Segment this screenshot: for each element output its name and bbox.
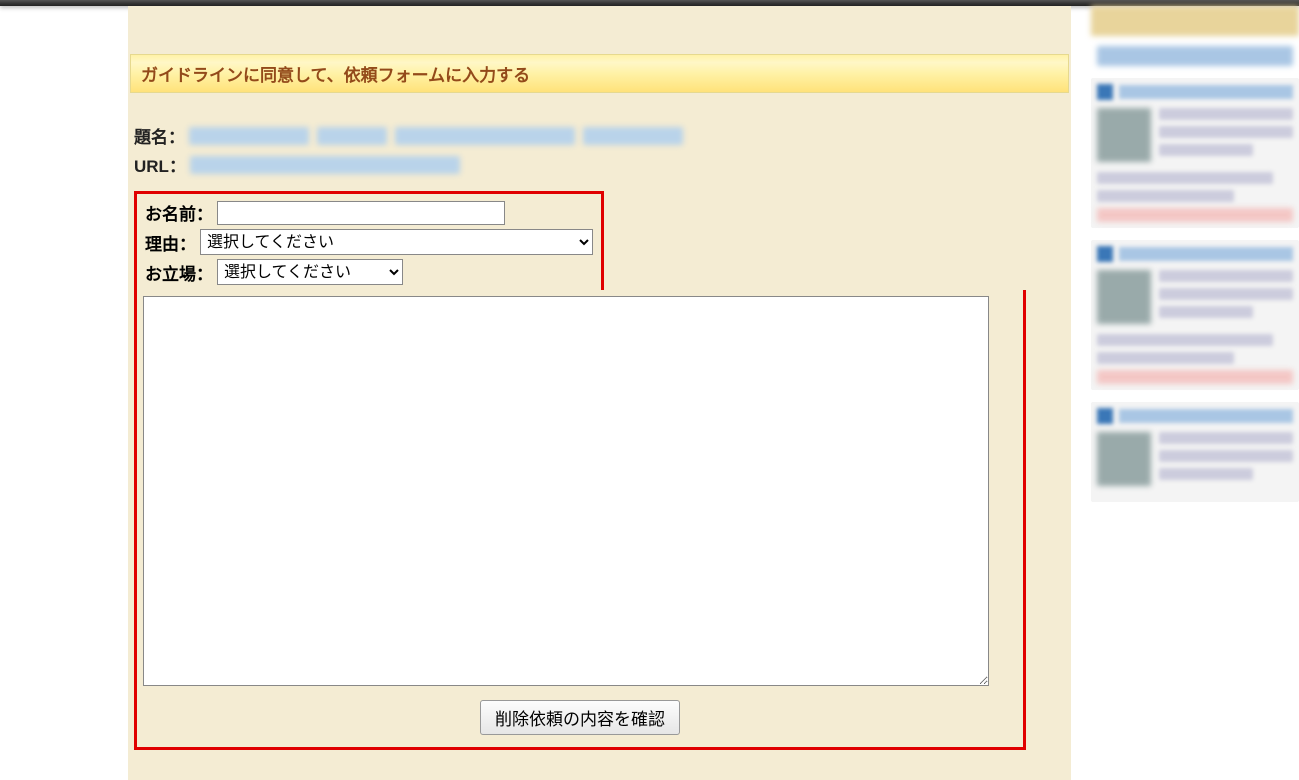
redacted-text <box>1159 306 1253 318</box>
sidebar-card <box>1091 78 1299 228</box>
form-banner: ガイドラインに同意して、依頼フォームに入力する <box>130 54 1069 93</box>
redacted-text <box>1159 468 1253 480</box>
meta-block: 題名： URL： <box>128 93 1071 191</box>
thumbnail <box>1097 432 1151 486</box>
redacted-text <box>1097 190 1234 202</box>
redacted-title <box>1119 247 1293 261</box>
sidebar-item[interactable] <box>1097 108 1293 162</box>
confirm-button[interactable]: 削除依頼の内容を確認 <box>480 700 680 735</box>
meta-url-label: URL： <box>134 152 186 177</box>
redacted-text <box>1159 288 1293 300</box>
thumbnail <box>1097 108 1151 162</box>
redacted-text <box>1159 126 1293 138</box>
name-input[interactable] <box>217 201 505 225</box>
name-label: お名前： <box>145 200 213 225</box>
sidebar <box>1091 6 1299 780</box>
redacted-text <box>395 127 575 145</box>
redacted-text <box>317 127 387 145</box>
sidebar-card-title <box>1097 408 1293 424</box>
bullet-icon <box>1097 246 1113 262</box>
sidebar-header-block <box>1091 6 1299 36</box>
redacted-text <box>189 127 309 145</box>
sidebar-top-link[interactable] <box>1097 46 1293 66</box>
meta-title-row: 題名： <box>134 123 1065 148</box>
highlight-box-top: お名前： 理由： 選択してください お立場： 選択してください <box>134 191 604 293</box>
highlight-box-bottom: 削除依頼の内容を確認 <box>134 290 1026 750</box>
redacted-text <box>1097 172 1273 184</box>
details-textarea[interactable] <box>143 296 989 686</box>
spacer-header <box>128 6 1071 54</box>
reason-select[interactable]: 選択してください <box>200 229 593 255</box>
meta-title-label: 題名： <box>134 123 185 148</box>
redacted-text <box>190 156 460 174</box>
sidebar-card <box>1091 402 1299 502</box>
redacted-text <box>1159 270 1293 282</box>
redacted-text <box>1097 352 1234 364</box>
redacted-text <box>1097 334 1273 346</box>
position-label: お立場： <box>145 260 213 285</box>
thumbnail <box>1097 270 1151 324</box>
sidebar-item[interactable] <box>1097 270 1293 324</box>
redacted-lines <box>1159 432 1293 486</box>
redacted-title <box>1119 85 1293 99</box>
submit-wrap: 削除依頼の内容を確認 <box>143 700 1017 735</box>
bullet-icon <box>1097 84 1113 100</box>
bullet-icon <box>1097 408 1113 424</box>
form-row-name: お名前： <box>145 200 593 225</box>
form-row-reason: 理由： 選択してください <box>145 229 593 255</box>
redacted-text <box>1159 450 1293 462</box>
redacted-text <box>1159 108 1293 120</box>
position-select[interactable]: 選択してください <box>217 259 403 285</box>
sidebar-card <box>1091 240 1299 390</box>
redacted-lines <box>1159 108 1293 162</box>
redacted-highlight <box>1097 370 1293 384</box>
form-row-position: お立場： 選択してください <box>145 259 593 285</box>
sidebar-item[interactable] <box>1097 432 1293 486</box>
sidebar-card-title <box>1097 246 1293 262</box>
redacted-text <box>1159 144 1253 156</box>
main-content: ガイドラインに同意して、依頼フォームに入力する 題名： URL： お名前： <box>128 6 1071 780</box>
sidebar-card-title <box>1097 84 1293 100</box>
redacted-title <box>1119 409 1293 423</box>
redacted-highlight <box>1097 208 1293 222</box>
page-layout: ガイドラインに同意して、依頼フォームに入力する 題名： URL： お名前： <box>0 6 1299 780</box>
redacted-text <box>1159 432 1293 444</box>
reason-label: 理由： <box>145 230 196 255</box>
redacted-text <box>583 127 683 145</box>
redacted-lines <box>1159 270 1293 324</box>
meta-url-row: URL： <box>134 152 1065 177</box>
